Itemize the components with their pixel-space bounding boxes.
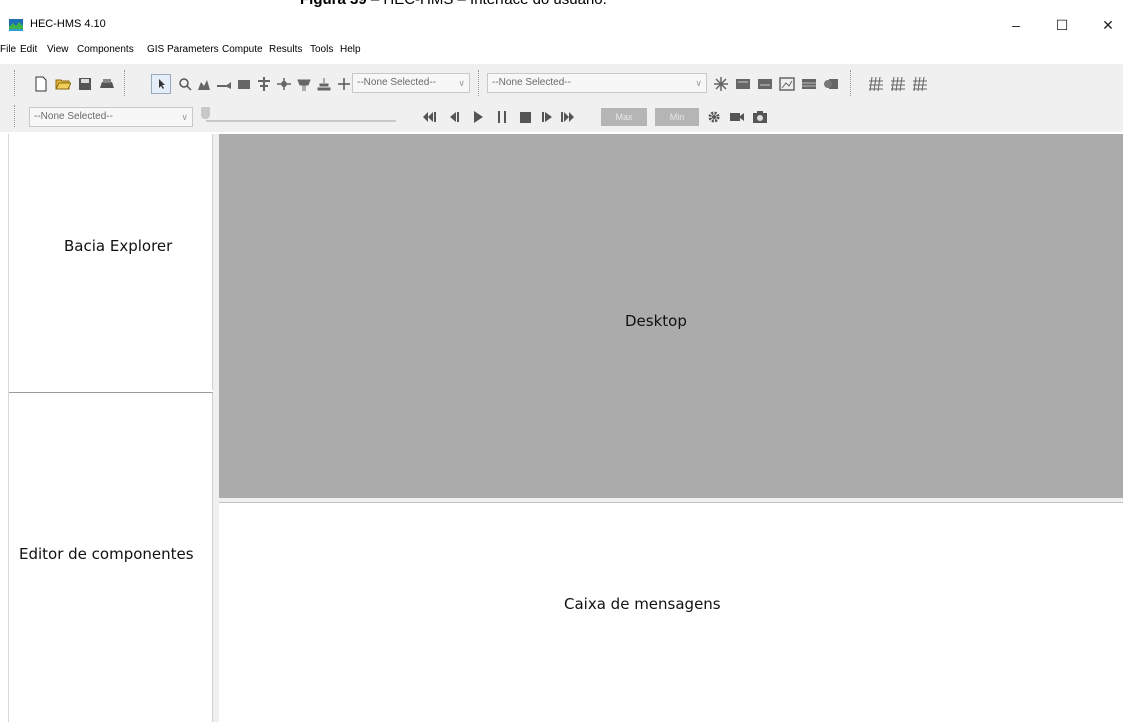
explorer-pane[interactable]: Bacia Explorer [9,134,213,390]
menu-compute[interactable]: Compute [222,44,263,55]
animation-toolbar: --None Selected-- ∨ Max Min [0,102,1123,132]
new-file-icon[interactable] [33,76,49,92]
message-pane[interactable]: Caixa de mensagens [219,503,1123,722]
menu-parameters[interactable]: Parameters [167,44,219,55]
run-selector[interactable]: --None Selected-- ∨ [487,73,707,93]
grid-icon-3[interactable] [912,76,928,92]
title-bar: HEC-HMS 4.10 – ☐ ✕ [0,10,1123,40]
main-toolbar: --None Selected-- ∨ --None Selected-- ∨ [0,64,1123,102]
menu-components[interactable]: Components [77,44,134,55]
minimize-button[interactable]: – [993,10,1039,40]
time-slider-track[interactable] [206,120,396,122]
camera-icon[interactable] [752,109,768,125]
min-button[interactable]: Min [655,108,699,126]
caption-bold: Figura 39 [300,0,367,8]
gridded-data-selector[interactable]: --None Selected-- ∨ [29,107,193,127]
arrow-tool-icon[interactable] [151,74,171,94]
zoom-icon[interactable] [177,76,193,92]
step-forward-icon[interactable] [540,109,556,125]
diversion-tool-icon[interactable] [296,76,312,92]
basin-model-selector-value: --None Selected-- [357,77,436,88]
window-title: HEC-HMS 4.10 [30,18,106,30]
toolbar-grip[interactable] [478,70,481,96]
run-selector-value: --None Selected-- [492,77,571,88]
toolbar-grip[interactable] [124,70,127,96]
settings-gear-icon[interactable] [706,109,722,125]
chevron-down-icon: ∨ [695,78,702,88]
menu-view[interactable]: View [47,44,69,55]
maximize-button[interactable]: ☐ [1039,10,1085,40]
desktop-pane-label: Desktop [625,312,687,330]
max-button[interactable]: Max [601,108,647,126]
toolbar-grip[interactable] [14,70,17,96]
menu-results[interactable]: Results [269,44,302,55]
grid-icon-1[interactable] [868,76,884,92]
play-icon[interactable] [470,109,486,125]
reach-tool-icon[interactable] [216,76,232,92]
step-back-icon[interactable] [446,109,462,125]
video-camera-icon[interactable] [729,109,745,125]
basin-model-selector[interactable]: --None Selected-- ∨ [352,73,470,93]
print-icon[interactable] [99,76,115,92]
sink-tool-icon[interactable] [316,76,332,92]
menu-file[interactable]: File [0,44,16,55]
menu-tools[interactable]: Tools [310,44,333,55]
skip-forward-icon[interactable] [560,109,576,125]
subbasin-tool-icon[interactable] [196,76,212,92]
chevron-down-icon: ∨ [181,112,188,122]
desktop-pane[interactable]: Desktop [219,134,1123,498]
message-pane-label: Caixa de mensagens [564,595,721,613]
skip-back-icon[interactable] [422,109,438,125]
editor-pane-label: Editor de componentes [19,545,194,563]
explorer-pane-label: Bacia Explorer [64,237,173,255]
time-slider-thumb[interactable] [201,107,210,119]
chevron-down-icon: ∨ [458,78,465,88]
component-editor-pane[interactable]: Editor de componentes [9,392,213,722]
caption-rest: – HEC-HMS – Interface do usuário. [367,0,607,8]
menu-help[interactable]: Help [340,44,361,55]
figure-caption: Figura 39 – HEC-HMS – Interface do usuár… [300,0,860,9]
element-summary-icon[interactable] [757,76,773,92]
menu-edit[interactable]: Edit [20,44,37,55]
toolbar-grip[interactable] [850,70,853,96]
time-series-table-icon[interactable] [823,76,839,92]
junction-tool-icon[interactable] [276,76,292,92]
hec-hms-app-icon [8,17,24,33]
source-tool-icon[interactable] [256,76,272,92]
add-element-icon[interactable] [336,76,352,92]
table-icon[interactable] [801,76,817,92]
graph-icon[interactable] [779,76,795,92]
pause-icon[interactable] [494,109,510,125]
global-summary-icon[interactable] [735,76,751,92]
open-folder-icon[interactable] [55,76,71,92]
compute-icon[interactable] [713,76,729,92]
toolbar-grip[interactable] [14,105,17,127]
menu-bar: File Edit View Components GIS Parameters… [0,40,1123,60]
gridded-data-selector-value: --None Selected-- [34,111,113,122]
stop-icon[interactable] [518,109,534,125]
save-icon[interactable] [77,76,93,92]
grid-icon-2[interactable] [890,76,906,92]
menu-gis[interactable]: GIS [147,44,164,55]
close-button[interactable]: ✕ [1085,10,1123,40]
reservoir-tool-icon[interactable] [236,76,252,92]
